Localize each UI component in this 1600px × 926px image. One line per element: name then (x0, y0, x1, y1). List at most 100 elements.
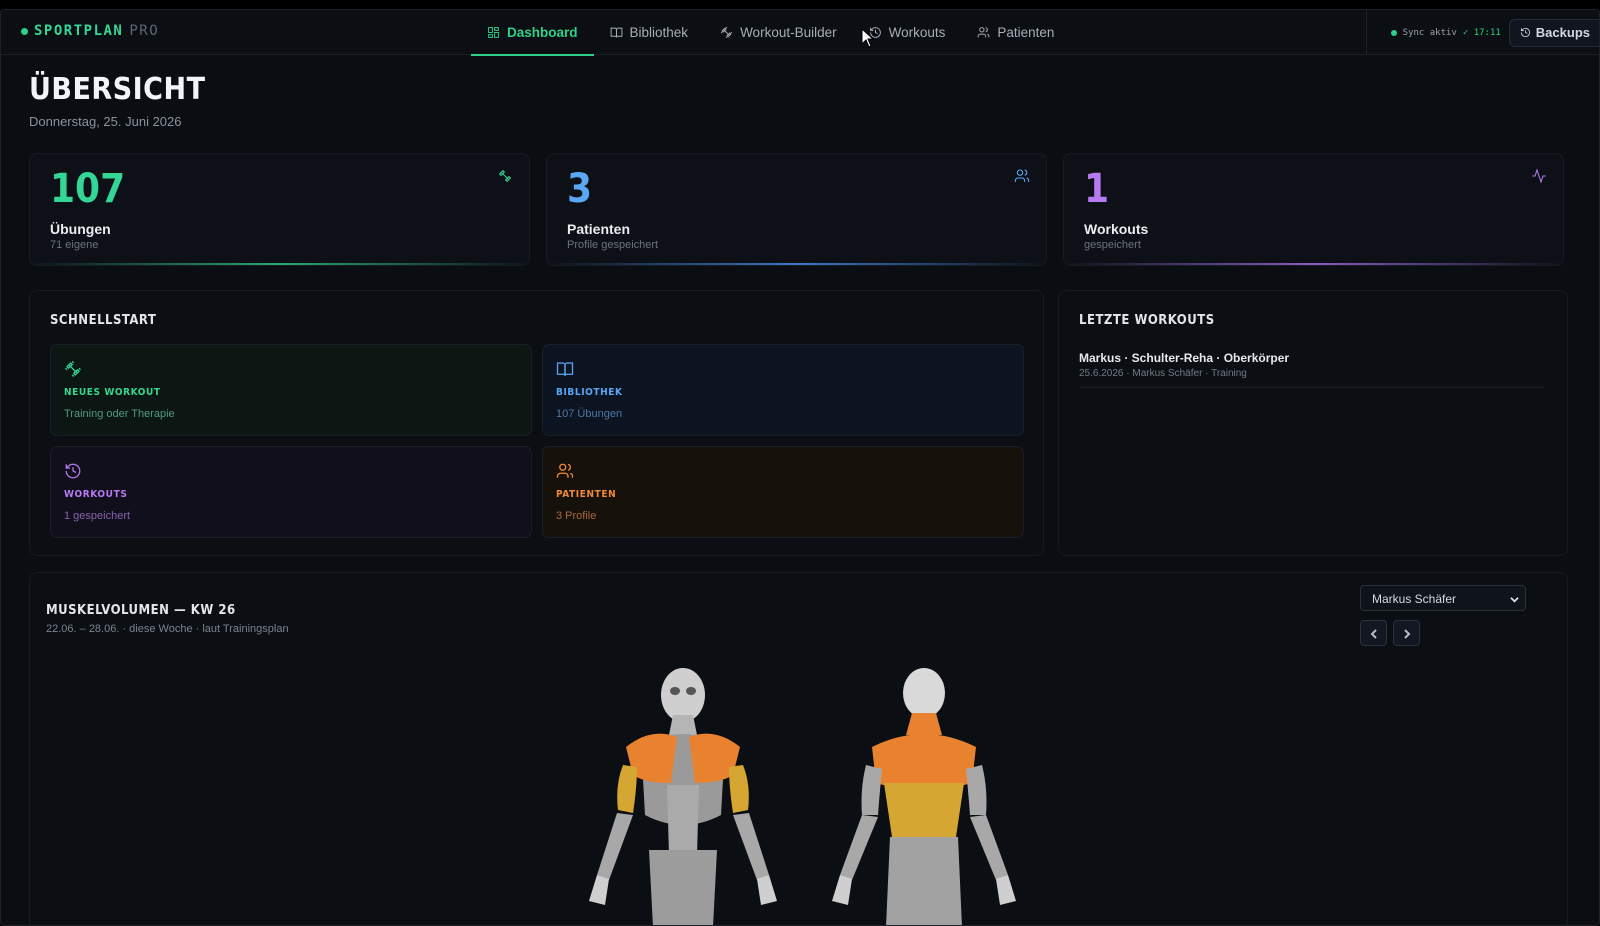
back-upper (872, 734, 976, 790)
page-date: Donnerstag, 25. Juni 2026 (29, 114, 182, 129)
quickstart-item-title: BIBLIOTHEK (556, 387, 623, 398)
chevron-right-icon (1404, 629, 1411, 639)
back-forearm-right (970, 815, 1008, 880)
quickstart-item-sub: 107 Übungen (556, 408, 623, 420)
recent-workouts-title: LETZTE WORKOUTS (1079, 313, 1215, 328)
brand-dot-icon (21, 27, 28, 35)
stat-sub: 71 eigene (50, 239, 99, 251)
front-hand-right (757, 875, 777, 905)
quickstart-panel: SCHNELLSTART NEUES WORKOUT Training oder… (29, 290, 1044, 556)
history-icon (1520, 27, 1530, 38)
back-forearm-left (840, 815, 878, 880)
top-right-status: Sync aktiv ✓ 17:11 Backups (1365, 10, 1599, 55)
stat-value: 107 (50, 166, 126, 212)
previous-week-button[interactable] (1360, 620, 1387, 646)
quickstart-item-sub: Training oder Therapie (64, 408, 175, 420)
backups-label: Backups (1535, 25, 1590, 40)
quickstart-item-title: NEUES WORKOUT (64, 387, 161, 398)
backups-button[interactable]: Backups (1508, 18, 1599, 47)
back-arm-left (861, 765, 882, 815)
back-lats (884, 783, 964, 837)
last-sync-time: ✓ 17:11 (1462, 27, 1501, 38)
front-hand-left (589, 875, 609, 905)
stat-value: 3 (567, 166, 593, 212)
nav-patienten-label: Patienten (997, 25, 1055, 40)
nav-dashboard[interactable]: Dashboard (471, 10, 594, 56)
recent-workout-item[interactable]: Markus · Schulter-Reha · Oberkörper 25.6… (1079, 351, 1544, 388)
sync-label: Sync aktiv (1402, 27, 1457, 38)
stat-accent-bar (1064, 263, 1563, 265)
stat-label: Übungen (50, 221, 111, 237)
users-icon (1014, 169, 1030, 182)
body-front-figure (589, 668, 777, 925)
quickstart-title: SCHNELLSTART (50, 313, 157, 328)
front-neck (669, 715, 697, 735)
quickstart-patienten[interactable]: PATIENTEN 3 Profile (542, 446, 1024, 538)
recent-workout-title: Markus · Schulter-Reha · Oberkörper (1079, 351, 1290, 365)
front-abs (667, 785, 699, 855)
sync-status: Sync aktiv ✓ 17:11 (1365, 10, 1501, 55)
book-icon (556, 362, 574, 376)
dashboard-icon (488, 27, 499, 38)
quickstart-item-title: PATIENTEN (556, 489, 617, 500)
dumbbell-icon (720, 26, 733, 39)
chevron-left-icon (1370, 629, 1377, 639)
nav-dashboard-label: Dashboard (507, 25, 578, 40)
quickstart-item-sub: 1 gespeichert (64, 510, 131, 522)
stat-card-uebungen[interactable]: 107 Übungen 71 eigene (29, 153, 530, 266)
mouse-cursor-icon (861, 28, 875, 48)
recent-workout-meta: 25.6.2026 · Markus Schäfer · Training (1079, 368, 1247, 379)
quickstart-item-sub: 3 Profile (556, 510, 597, 522)
stat-label: Workouts (1084, 221, 1149, 237)
history-icon (65, 463, 81, 479)
patient-select-value: Markus Schäfer (1372, 592, 1457, 606)
stat-accent-bar (547, 263, 1046, 265)
brand-suffix: PRO (129, 23, 160, 39)
stat-sub: Profile gespeichert (567, 239, 659, 251)
dumbbell-icon (498, 169, 512, 183)
body-back-figure (832, 668, 1016, 925)
stat-accent-bar (30, 263, 529, 265)
users-icon (556, 463, 574, 478)
back-glutes-legs (886, 837, 962, 925)
nav-bibliothek-label: Bibliothek (629, 25, 689, 40)
activity-icon (1532, 168, 1546, 184)
page-title: ÜBERSICHT (29, 72, 206, 107)
stat-card-patienten[interactable]: 3 Patienten Profile gespeichert (546, 153, 1047, 266)
users-icon (977, 27, 990, 38)
back-hand-right (996, 875, 1016, 905)
back-head (903, 668, 945, 718)
quickstart-new-workout[interactable]: NEUES WORKOUT Training oder Therapie (50, 344, 532, 436)
front-forearm-left (597, 813, 633, 880)
recent-workouts-panel: LETZTE WORKOUTS Markus · Schulter-Reha ·… (1058, 290, 1568, 556)
book-icon (610, 27, 622, 38)
back-hand-left (832, 875, 852, 905)
nav-patienten[interactable]: Patienten (961, 10, 1070, 55)
brand-logo[interactable]: SPORTPLAN PRO (21, 23, 159, 39)
nav-workout-builder[interactable]: Workout-Builder (704, 10, 853, 55)
dumbbell-icon (65, 361, 81, 377)
quickstart-item-title: WORKOUTS (64, 489, 128, 500)
stat-sub: gespeichert (1084, 239, 1141, 251)
front-head (661, 668, 705, 722)
quickstart-bibliothek[interactable]: BIBLIOTHEK 107 Übungen (542, 344, 1024, 436)
stat-card-workouts[interactable]: 1 Workouts gespeichert (1063, 153, 1564, 266)
chevron-down-icon (1510, 597, 1519, 603)
top-bar: SPORTPLAN PRO Dashboard Bibliothek Worko… (1, 10, 1599, 56)
patient-select[interactable]: Markus Schäfer (1360, 585, 1526, 611)
muscle-volume-subtitle: 22.06. – 28.06. · diese Woche · laut Tra… (46, 623, 289, 635)
back-neck-traps (906, 713, 942, 735)
nav-workouts-label: Workouts (888, 25, 946, 40)
front-forearm-right (733, 813, 769, 880)
next-week-button[interactable] (1393, 620, 1420, 646)
quickstart-workouts[interactable]: WORKOUTS 1 gespeichert (50, 446, 532, 538)
brand-name: SPORTPLAN (34, 23, 124, 39)
sync-dot-icon (1390, 29, 1397, 36)
back-arm-right (966, 765, 987, 815)
nav-workout-builder-label: Workout-Builder (740, 25, 837, 40)
front-bicep-left (617, 765, 637, 813)
main-nav: Dashboard Bibliothek Workout-Builder Wor… (471, 10, 1070, 56)
muscle-volume-title: MUSKELVOLUMEN — KW 26 (46, 603, 236, 618)
nav-bibliothek[interactable]: Bibliothek (594, 10, 705, 55)
front-bicep-right (729, 765, 749, 813)
